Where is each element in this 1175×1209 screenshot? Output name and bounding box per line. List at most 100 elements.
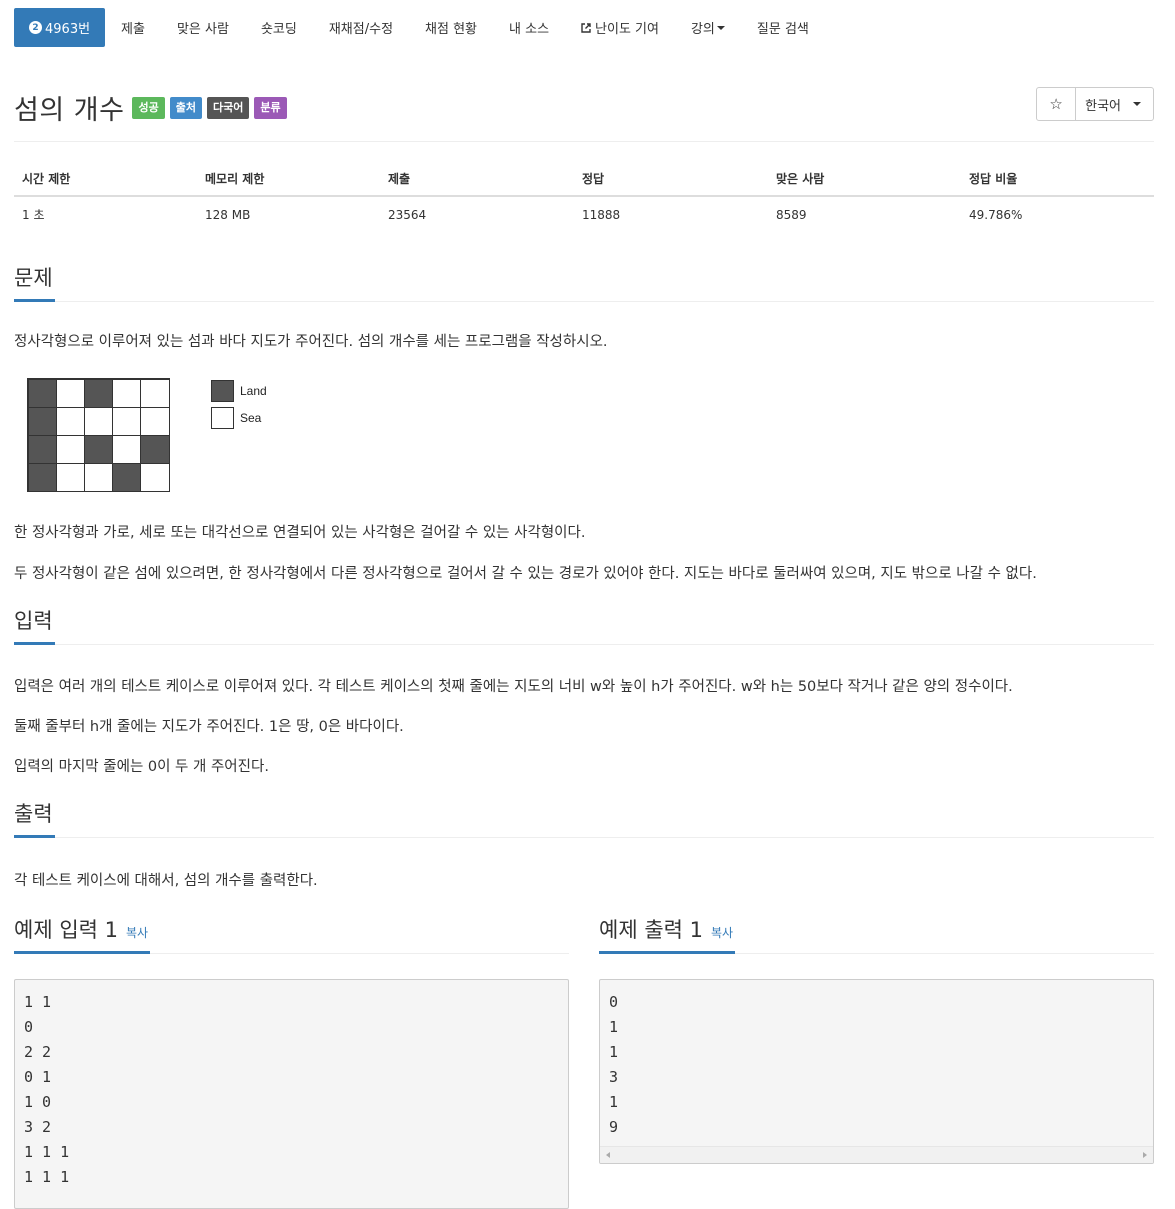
sample-output-line: 1 [609, 1093, 619, 1111]
problem-heading: 문제 [14, 262, 55, 302]
input-text-2: 둘째 줄부터 h개 줄에는 지도가 주어진다. 1은 땅, 0은 바다이다. [14, 719, 404, 735]
nav-status[interactable]: 채점 현황 [409, 8, 493, 47]
legend-sea-label: Sea [240, 411, 262, 425]
input-text-3: 입력의 마지막 줄에는 0이 두 개 주어진다. [14, 759, 269, 775]
map-land-cell [27, 378, 57, 408]
nav-accepted-users[interactable]: 맞은 사람 [161, 8, 245, 47]
multilingual-label[interactable]: 다국어 [206, 96, 250, 119]
sample-input-line: 2 2 [24, 1043, 52, 1061]
legend-land-swatch [211, 380, 234, 402]
nav-rejudge[interactable]: 재채점/수정 [313, 8, 409, 47]
map-sea-cell [140, 378, 170, 408]
map-sea-cell [140, 462, 170, 492]
output-heading: 출력 [14, 798, 55, 838]
nav-my-source[interactable]: 내 소스 [493, 8, 565, 47]
sample-input-line: 0 1 [24, 1068, 52, 1086]
nav-problem-number[interactable]: 2 4963번 [14, 8, 106, 47]
caret-down-icon [716, 25, 725, 30]
island-map-figure [27, 378, 170, 492]
map-land-cell [27, 434, 57, 464]
title-divider [14, 141, 1154, 142]
header-memory-limit: 메모리 제한 [197, 162, 380, 197]
map-land-cell [27, 406, 57, 436]
nav-lecture-dropdown[interactable]: 강의 [675, 8, 741, 47]
nav-difficulty-label: 난이도 기여 [595, 22, 659, 37]
page-title: 섬의 개수 [14, 95, 125, 126]
header-solvers: 맞은 사람 [768, 162, 961, 197]
star-icon: ☆ [1049, 95, 1063, 113]
nav-question-search[interactable]: 질문 검색 [741, 8, 825, 47]
problem-menu: 2 4963번 제출 맞은 사람 숏코딩 재채점/수정 채점 현황 내 소스 난… [14, 8, 825, 47]
sample-output-line: 1 [609, 1018, 619, 1036]
sample-output-header: 예제 출력 1 복사 [599, 914, 1154, 954]
nav-lecture-label: 강의 [690, 22, 715, 37]
scroll-right-arrow-icon[interactable] [1143, 1152, 1147, 1158]
sample-input-line: 0 [24, 1018, 34, 1036]
sample-input-line: 1 0 [24, 1093, 52, 1111]
map-land-cell [112, 462, 142, 492]
map-sea-cell [112, 378, 142, 408]
map-sea-cell [55, 378, 85, 408]
input-text-1: 입력은 여러 개의 테스트 케이스로 이루어져 있다. 각 테스트 케이스의 첫… [14, 679, 1013, 695]
scroll-left-arrow-icon[interactable] [606, 1152, 610, 1158]
map-sea-cell [83, 462, 114, 492]
output-text-1: 각 테스트 케이스에 대해서, 섬의 개수를 출력한다. [14, 873, 318, 889]
sample-input-line: 3 2 [24, 1118, 52, 1136]
header-time-limit: 시간 제한 [14, 162, 197, 197]
title-row: 섬의 개수 성공 출처 다국어 분류 [14, 88, 287, 127]
source-label[interactable]: 출처 [169, 96, 202, 119]
sample-input-line: 1 1 [24, 993, 52, 1011]
problem-section-header: 문제 [14, 262, 1154, 302]
copy-input-link[interactable]: 복사 [126, 926, 148, 940]
info-value-row: 1 초 128 MB 23564 11888 8589 49.786% [14, 196, 1154, 232]
sample-input-header: 예제 입력 1 복사 [14, 914, 569, 954]
category-label[interactable]: 분류 [254, 96, 287, 119]
sample-output-title: 예제 출력 1 [599, 918, 703, 942]
sample-output-line: 1 [609, 1043, 619, 1061]
nav-short-coding[interactable]: 숏코딩 [245, 8, 313, 47]
favorite-button[interactable]: ☆ [1037, 88, 1077, 120]
sample-input-title: 예제 입력 1 [14, 918, 118, 942]
copy-output-link[interactable]: 복사 [711, 926, 733, 940]
problem-text-2: 한 정사각형과 가로, 세로 또는 대각선으로 연결되어 있는 사각형은 걸어갈… [14, 525, 586, 541]
map-sea-cell [55, 434, 85, 464]
sample-output-box[interactable]: 0 1 1 3 1 9 [599, 979, 1154, 1164]
input-heading: 입력 [14, 605, 55, 645]
title-actions: ☆ 한국어 [1036, 87, 1154, 121]
external-link-icon [581, 22, 591, 33]
sample-input-line: 1 1 1 [24, 1143, 70, 1161]
header-ratio: 정답 비율 [961, 162, 1154, 197]
value-ratio: 49.786% [969, 207, 1023, 222]
value-memory-limit: 128 MB [205, 207, 251, 222]
map-land-cell [83, 378, 114, 408]
sample-output-heading: 예제 출력 1 복사 [599, 914, 736, 954]
value-time-limit: 1 초 [22, 208, 45, 222]
sample-output-line: 0 [609, 993, 619, 1011]
map-land-cell [83, 434, 114, 464]
value-submissions: 23564 [388, 207, 427, 222]
problem-text-1: 정사각형으로 이루어져 있는 섬과 바다 지도가 주어진다. 섬의 개수를 세는… [14, 334, 608, 350]
map-sea-cell [112, 434, 142, 464]
nav-difficulty-contribute[interactable]: 난이도 기여 [565, 8, 675, 47]
sample-output-line: 3 [609, 1068, 619, 1086]
header-submissions: 제출 [380, 162, 574, 197]
language-label: 한국어 [1085, 98, 1121, 114]
tier-icon: 2 [29, 21, 42, 34]
caret-down-icon [1133, 102, 1141, 106]
value-accepted: 11888 [582, 207, 621, 222]
horizontal-scrollbar[interactable] [600, 1146, 1153, 1163]
map-land-cell [140, 434, 170, 464]
problem-info-table: 시간 제한 메모리 제한 제출 정답 맞은 사람 정답 비율 1 초 128 M… [14, 162, 1154, 232]
nav-submit[interactable]: 제출 [105, 8, 161, 47]
nav-problem-label: 4963번 [45, 22, 91, 37]
legend-sea-swatch [211, 407, 234, 429]
language-dropdown[interactable]: 한국어 [1076, 88, 1153, 120]
sample-input-box[interactable]: 1 1 0 2 2 0 1 1 0 3 2 1 1 1 1 1 1 [14, 979, 569, 1209]
legend-land-label: Land [240, 384, 267, 398]
info-header-row: 시간 제한 메모리 제한 제출 정답 맞은 사람 정답 비율 [14, 162, 1154, 197]
header-accepted: 정답 [574, 162, 768, 197]
map-sea-cell [55, 462, 85, 492]
input-section-header: 입력 [14, 605, 1154, 645]
map-sea-cell [112, 406, 142, 436]
map-sea-cell [83, 406, 114, 436]
